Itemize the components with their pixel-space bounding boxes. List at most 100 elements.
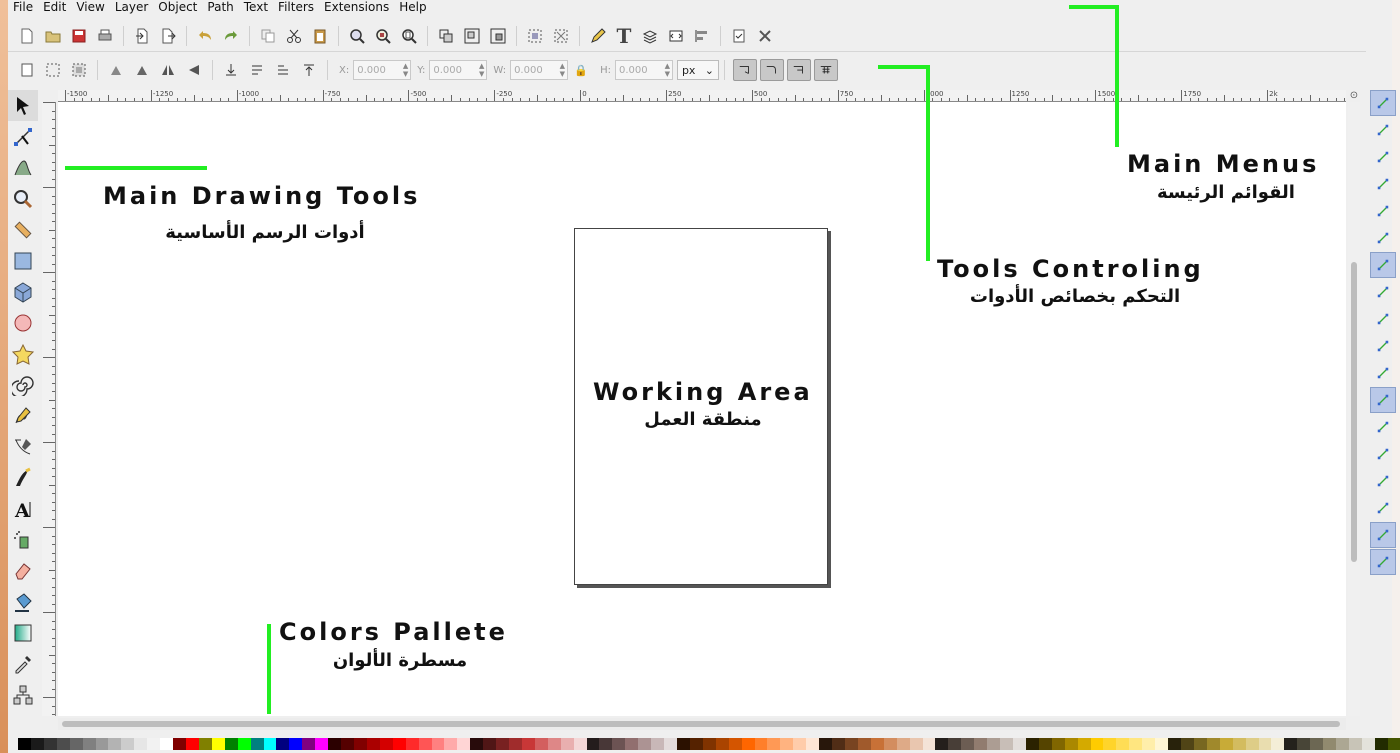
snap-enable-icon[interactable] [1370,90,1396,116]
transform-icon[interactable] [690,24,714,48]
menu-object[interactable]: Object [153,0,202,16]
color-swatch[interactable] [1168,738,1181,750]
zoom-page-icon[interactable] [397,24,421,48]
color-swatch[interactable] [1297,738,1311,750]
import-icon[interactable] [130,24,154,48]
lock-icon[interactable]: 🔒 [569,58,593,82]
group-icon[interactable] [434,24,458,48]
color-swatch[interactable] [1090,738,1104,750]
tweak-tool-icon[interactable] [8,152,38,183]
color-swatch[interactable] [121,738,135,750]
color-swatch[interactable] [56,738,70,750]
color-swatch[interactable] [444,738,458,750]
color-swatch[interactable] [341,738,354,750]
color-swatch[interactable] [1258,738,1272,750]
menu-edit[interactable]: Edit [38,0,71,16]
color-swatch[interactable] [224,738,238,750]
color-swatch[interactable] [1323,738,1337,750]
w-spinner-icon[interactable]: ▲ ▼ [560,62,565,78]
color-swatch[interactable] [95,738,109,750]
duplicate-icon[interactable] [256,24,280,48]
color-swatch[interactable] [1193,738,1207,750]
xml-editor-icon[interactable] [586,24,610,48]
print-icon[interactable] [93,24,117,48]
color-swatch[interactable] [1271,738,1285,750]
color-swatch[interactable] [1142,738,1156,750]
color-swatch[interactable] [353,738,367,750]
move-gradients-toggle[interactable] [786,59,811,81]
color-swatch[interactable] [211,738,225,750]
measure-tool-icon[interactable] [8,214,38,245]
snap-grid-icon[interactable] [1370,522,1396,548]
zoom-selection-icon[interactable] [345,24,369,48]
document-page[interactable] [574,228,828,585]
snap-nodes-icon[interactable] [1370,252,1396,278]
layers-icon[interactable] [638,24,662,48]
color-swatch[interactable] [185,738,199,750]
color-swatch[interactable] [728,738,742,750]
clone-icon[interactable] [486,24,510,48]
color-swatch[interactable] [651,738,665,750]
color-swatch[interactable] [69,738,83,750]
color-swatch[interactable] [909,738,923,750]
color-swatch[interactable] [173,738,186,750]
zoom-corner-icon[interactable]: ⊙ [1348,90,1360,102]
ungroup-icon[interactable] [460,24,484,48]
snap-guide-icon[interactable] [1370,549,1396,575]
rectangle-tool-icon[interactable] [8,245,38,276]
snap-bbox-corner-icon[interactable] [1370,171,1396,197]
color-swatch[interactable] [1387,738,1400,750]
snap-line-midpoint-icon[interactable] [1370,360,1396,386]
color-swatch[interactable] [806,738,820,750]
color-swatch[interactable] [276,738,290,750]
color-swatch[interactable] [1025,738,1039,750]
color-swatch[interactable] [1336,738,1349,750]
color-swatch[interactable] [483,738,497,750]
color-swatch[interactable] [82,738,96,750]
color-swatch[interactable] [677,738,690,750]
color-swatch[interactable] [1129,738,1143,750]
color-swatch[interactable] [974,738,988,750]
color-swatch[interactable] [1155,738,1169,750]
color-swatch[interactable] [1180,738,1194,750]
color-swatch[interactable] [509,738,522,750]
paste-icon[interactable] [308,24,332,48]
color-swatch[interactable] [961,738,975,750]
color-swatch[interactable] [108,738,122,750]
color-swatch[interactable] [935,738,949,750]
color-swatch[interactable] [832,738,845,750]
color-swatch[interactable] [948,738,962,750]
rotate-ccw-icon[interactable] [104,58,128,82]
color-swatch[interactable] [883,738,897,750]
color-swatch[interactable] [599,738,613,750]
lower-icon[interactable] [245,58,269,82]
eraser-tool-icon[interactable] [8,555,38,586]
open-icon[interactable] [41,24,65,48]
color-swatch[interactable] [379,738,393,750]
x-input[interactable]: 0.000 ▲ ▼ [353,60,412,80]
snap-others-icon[interactable] [1370,387,1396,413]
color-swatch[interactable] [845,738,858,750]
color-swatch[interactable] [715,738,729,750]
color-swatch[interactable] [1219,738,1233,750]
color-swatch[interactable] [857,738,871,750]
flip-horizontal-icon[interactable] [156,58,180,82]
color-swatch[interactable] [1000,738,1013,750]
color-swatch[interactable] [534,738,548,750]
paint-bucket-tool-icon[interactable] [8,586,38,617]
cut-icon[interactable] [282,24,306,48]
snap-bbox-center-icon[interactable] [1370,225,1396,251]
color-swatch[interactable] [43,738,57,750]
color-swatch[interactable] [457,738,471,750]
export-icon[interactable] [156,24,180,48]
color-swatch[interactable] [1064,738,1078,750]
color-swatch[interactable] [302,738,316,750]
rotate-cw-icon[interactable] [130,58,154,82]
star-tool-icon[interactable] [8,338,38,369]
color-swatch[interactable] [625,738,639,750]
color-swatch[interactable] [1206,738,1220,750]
snap-bbox-icon[interactable] [1370,117,1396,143]
menu-help[interactable]: Help [394,0,431,16]
fill-stroke-icon[interactable] [664,24,688,48]
color-swatch[interactable] [470,738,484,750]
